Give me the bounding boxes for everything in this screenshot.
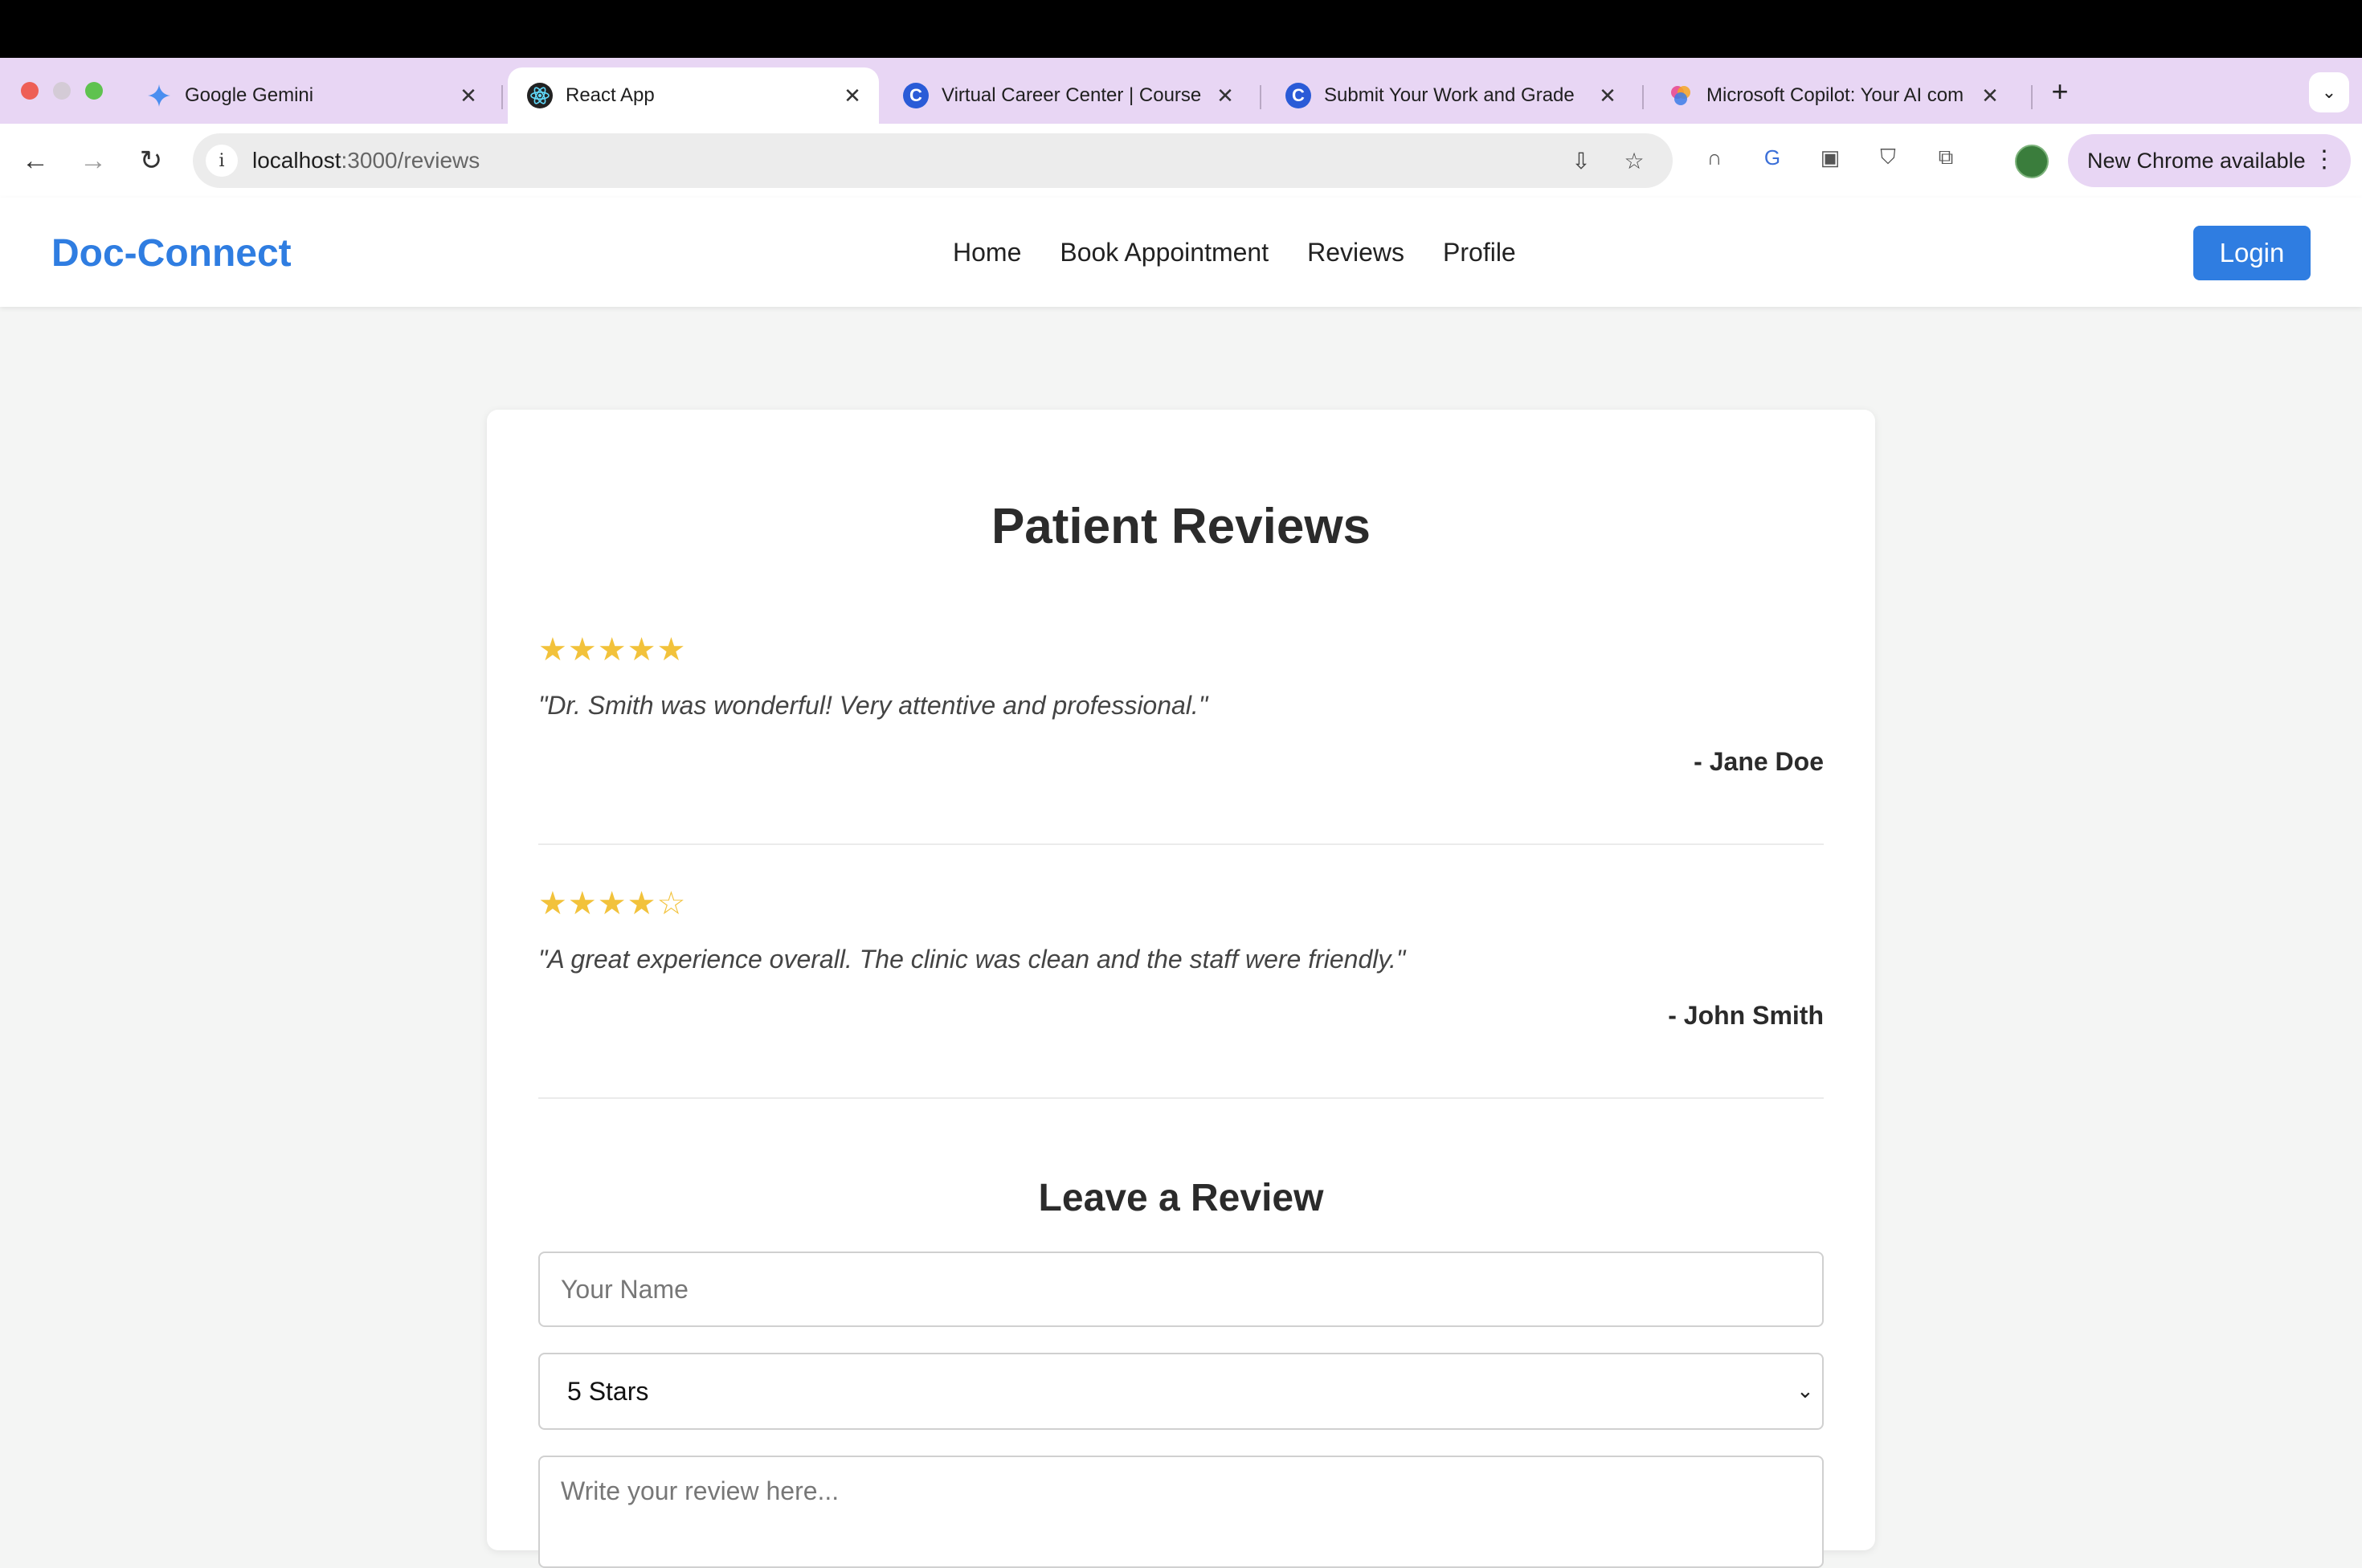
nav-profile[interactable]: Profile: [1443, 238, 1516, 267]
bookmark-star-icon[interactable]: ☆: [1618, 145, 1650, 177]
star-rating: ★★★★☆: [538, 886, 687, 921]
review-item: ★★★★☆ "A great experience overall. The c…: [538, 885, 1824, 1046]
review-author: - Jane Doe: [1694, 747, 1824, 776]
tab-virtual-career-center[interactable]: C Virtual Career Center | Course ✕: [884, 67, 1252, 124]
extensions-puzzle-icon[interactable]: ⧉: [1930, 141, 1962, 174]
chevron-down-icon: ⌄: [1796, 1378, 1814, 1403]
tab-react-app[interactable]: React App ✕: [508, 67, 879, 124]
close-icon[interactable]: ✕: [840, 84, 864, 108]
coursera-icon: C: [903, 83, 929, 108]
gemini-icon: [146, 83, 172, 108]
chrome-update-button[interactable]: New Chrome available ⋮: [2068, 134, 2351, 187]
tab-title: Virtual Career Center | Course: [942, 84, 1202, 106]
name-input[interactable]: [538, 1252, 1824, 1327]
update-label: New Chrome available: [2087, 148, 2306, 173]
tab-submit-your-work[interactable]: C Submit Your Work and Grade ✕: [1266, 67, 1634, 124]
tab-divider: [501, 85, 503, 109]
site-info-icon[interactable]: i: [206, 145, 238, 177]
tab-strip: Google Gemini ✕ React App ✕ C Virtual Ca…: [0, 58, 2362, 124]
review-divider: [538, 843, 1824, 845]
react-icon: [527, 83, 553, 108]
nav-reviews[interactable]: Reviews: [1307, 238, 1404, 267]
form-title: Leave a Review: [1038, 1177, 1324, 1219]
tab-search-button[interactable]: ⌄: [2309, 72, 2349, 112]
tab-title: Google Gemini: [185, 84, 314, 106]
close-icon[interactable]: ✕: [456, 84, 480, 108]
review-divider: [538, 1097, 1824, 1099]
tab-title: Submit Your Work and Grade: [1324, 84, 1575, 106]
minimize-window-button[interactable]: [53, 82, 71, 100]
copilot-icon: [1668, 83, 1694, 108]
profile-avatar[interactable]: [2015, 145, 2049, 178]
close-icon[interactable]: ✕: [1213, 84, 1237, 108]
review-text: "Dr. Smith was wonderful! Very attentive…: [538, 691, 1208, 720]
reload-button[interactable]: ↻: [132, 141, 170, 180]
app-header: Doc-Connect Home Book Appointment Review…: [0, 198, 2362, 307]
shield-icon[interactable]: ⛉: [1872, 141, 1904, 174]
more-menu-icon[interactable]: ⋮: [2312, 145, 2336, 174]
maximize-window-button[interactable]: [85, 82, 103, 100]
address-bar[interactable]: i localhost:3000/reviews ⇩ ☆: [193, 133, 1673, 188]
forward-button[interactable]: →: [74, 141, 112, 180]
review-item: ★★★★★ "Dr. Smith was wonderful! Very att…: [538, 631, 1824, 792]
nav-book-appointment[interactable]: Book Appointment: [1060, 238, 1269, 267]
tab-title: Microsoft Copilot: Your AI com: [1706, 84, 1964, 106]
install-app-icon[interactable]: ⇩: [1565, 145, 1597, 177]
coursera-icon: C: [1285, 83, 1311, 108]
tab-divider: [1260, 85, 1261, 109]
extension-arc-icon[interactable]: ∩: [1698, 141, 1731, 174]
review-text: "A great experience overall. The clinic …: [538, 945, 1406, 974]
review-author: - John Smith: [1668, 1001, 1824, 1030]
macos-menu-bar: [0, 0, 2362, 58]
star-rating: ★★★★★: [538, 632, 687, 668]
login-button[interactable]: Login: [2193, 226, 2311, 280]
tab-divider: [2031, 85, 2033, 109]
close-window-button[interactable]: [21, 82, 39, 100]
tab-google-gemini[interactable]: Google Gemini ✕: [127, 67, 495, 124]
brand-logo[interactable]: Doc-Connect: [51, 231, 292, 276]
url-text[interactable]: localhost:3000/reviews: [252, 148, 480, 174]
reviews-card: Patient Reviews ★★★★★ "Dr. Smith was won…: [487, 410, 1875, 1568]
browser-toolbar: ← → ↻ i localhost:3000/reviews ⇩ ☆: [0, 124, 2362, 199]
close-icon[interactable]: ✕: [1978, 84, 2002, 108]
review-textarea[interactable]: [538, 1456, 1824, 1568]
close-icon[interactable]: ✕: [1596, 84, 1620, 108]
tab-microsoft-copilot[interactable]: Microsoft Copilot: Your AI com ✕: [1649, 67, 2017, 124]
nav-home[interactable]: Home: [953, 238, 1021, 267]
tab-title: React App: [566, 84, 655, 106]
google-translate-icon[interactable]: G: [1756, 141, 1788, 174]
rating-select[interactable]: 5 Stars: [538, 1353, 1824, 1430]
tab-divider: [1642, 85, 1644, 109]
main-nav: Home Book Appointment Reviews Profile: [953, 238, 1516, 267]
page-title: Patient Reviews: [991, 499, 1371, 554]
new-tab-button[interactable]: +: [2045, 75, 2074, 108]
back-button[interactable]: ←: [16, 141, 55, 180]
screen-cast-icon[interactable]: ▣: [1814, 141, 1846, 174]
